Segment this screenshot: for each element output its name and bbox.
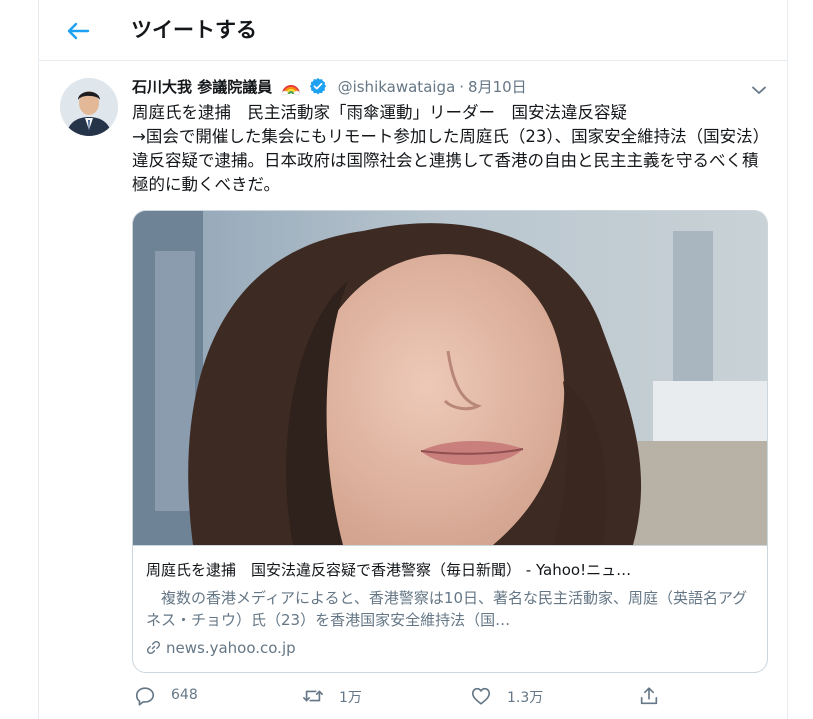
share-icon bbox=[640, 687, 658, 705]
like-count: 1.3万 bbox=[507, 690, 544, 706]
author-handle[interactable]: @ishikawataiga bbox=[338, 78, 456, 96]
author-name[interactable]: 石川大我 参議院議員 bbox=[132, 78, 272, 96]
page-title: ツイートする bbox=[131, 18, 257, 42]
avatar[interactable] bbox=[60, 78, 118, 136]
tweet-timestamp[interactable]: 8月10日 bbox=[468, 78, 527, 96]
more-options-button[interactable] bbox=[747, 78, 771, 102]
card-link-domain: news.yahoo.co.jp bbox=[166, 639, 296, 657]
page-header: ツイートする bbox=[39, 0, 787, 61]
card-description: 複数の香港メディアによると、香港警察は10日、著名な民主活動家、周庭（英語名アグ… bbox=[146, 589, 748, 629]
card-body: 周庭氏を逮捕 国安法違反容疑で香港警察（毎日新聞） - Yahoo!ニュ… 複数… bbox=[133, 545, 767, 672]
rainbow-emoji-icon bbox=[281, 85, 301, 95]
card-link[interactable]: news.yahoo.co.jp bbox=[146, 637, 296, 659]
arrow-left-icon bbox=[67, 22, 90, 40]
reply-count: 648 bbox=[171, 687, 198, 703]
retweet-icon bbox=[303, 690, 323, 702]
reply-icon bbox=[135, 687, 155, 706]
separator-dot: · bbox=[459, 78, 465, 96]
back-button[interactable] bbox=[61, 14, 95, 48]
card-image bbox=[133, 211, 767, 545]
retweet-count: 1万 bbox=[339, 690, 362, 706]
chevron-down-icon bbox=[752, 86, 766, 94]
tweet-actions: 648 1万 1.3万 bbox=[132, 684, 772, 710]
tweet-header: 石川大我 参議院議員 @ishikawataiga · 8月10日 bbox=[132, 76, 527, 98]
link-icon bbox=[146, 640, 161, 655]
card-title: 周庭氏を逮捕 国安法違反容疑で香港警察（毎日新聞） - Yahoo!ニュ… bbox=[146, 561, 632, 579]
link-card[interactable]: 周庭氏を逮捕 国安法違反容疑で香港警察（毎日新聞） - Yahoo!ニュ… 複数… bbox=[132, 210, 768, 673]
heart-icon bbox=[471, 687, 491, 705]
tweet-text: 周庭氏を逮捕 民主活動家「雨傘運動」リーダー 国安法違反容疑 →国会で開催した集… bbox=[132, 103, 770, 194]
verified-badge-icon bbox=[309, 78, 326, 95]
tweet-column: ツイートする 石川大我 参議院議員 @ishikawataiga·8月10日 bbox=[38, 0, 788, 719]
